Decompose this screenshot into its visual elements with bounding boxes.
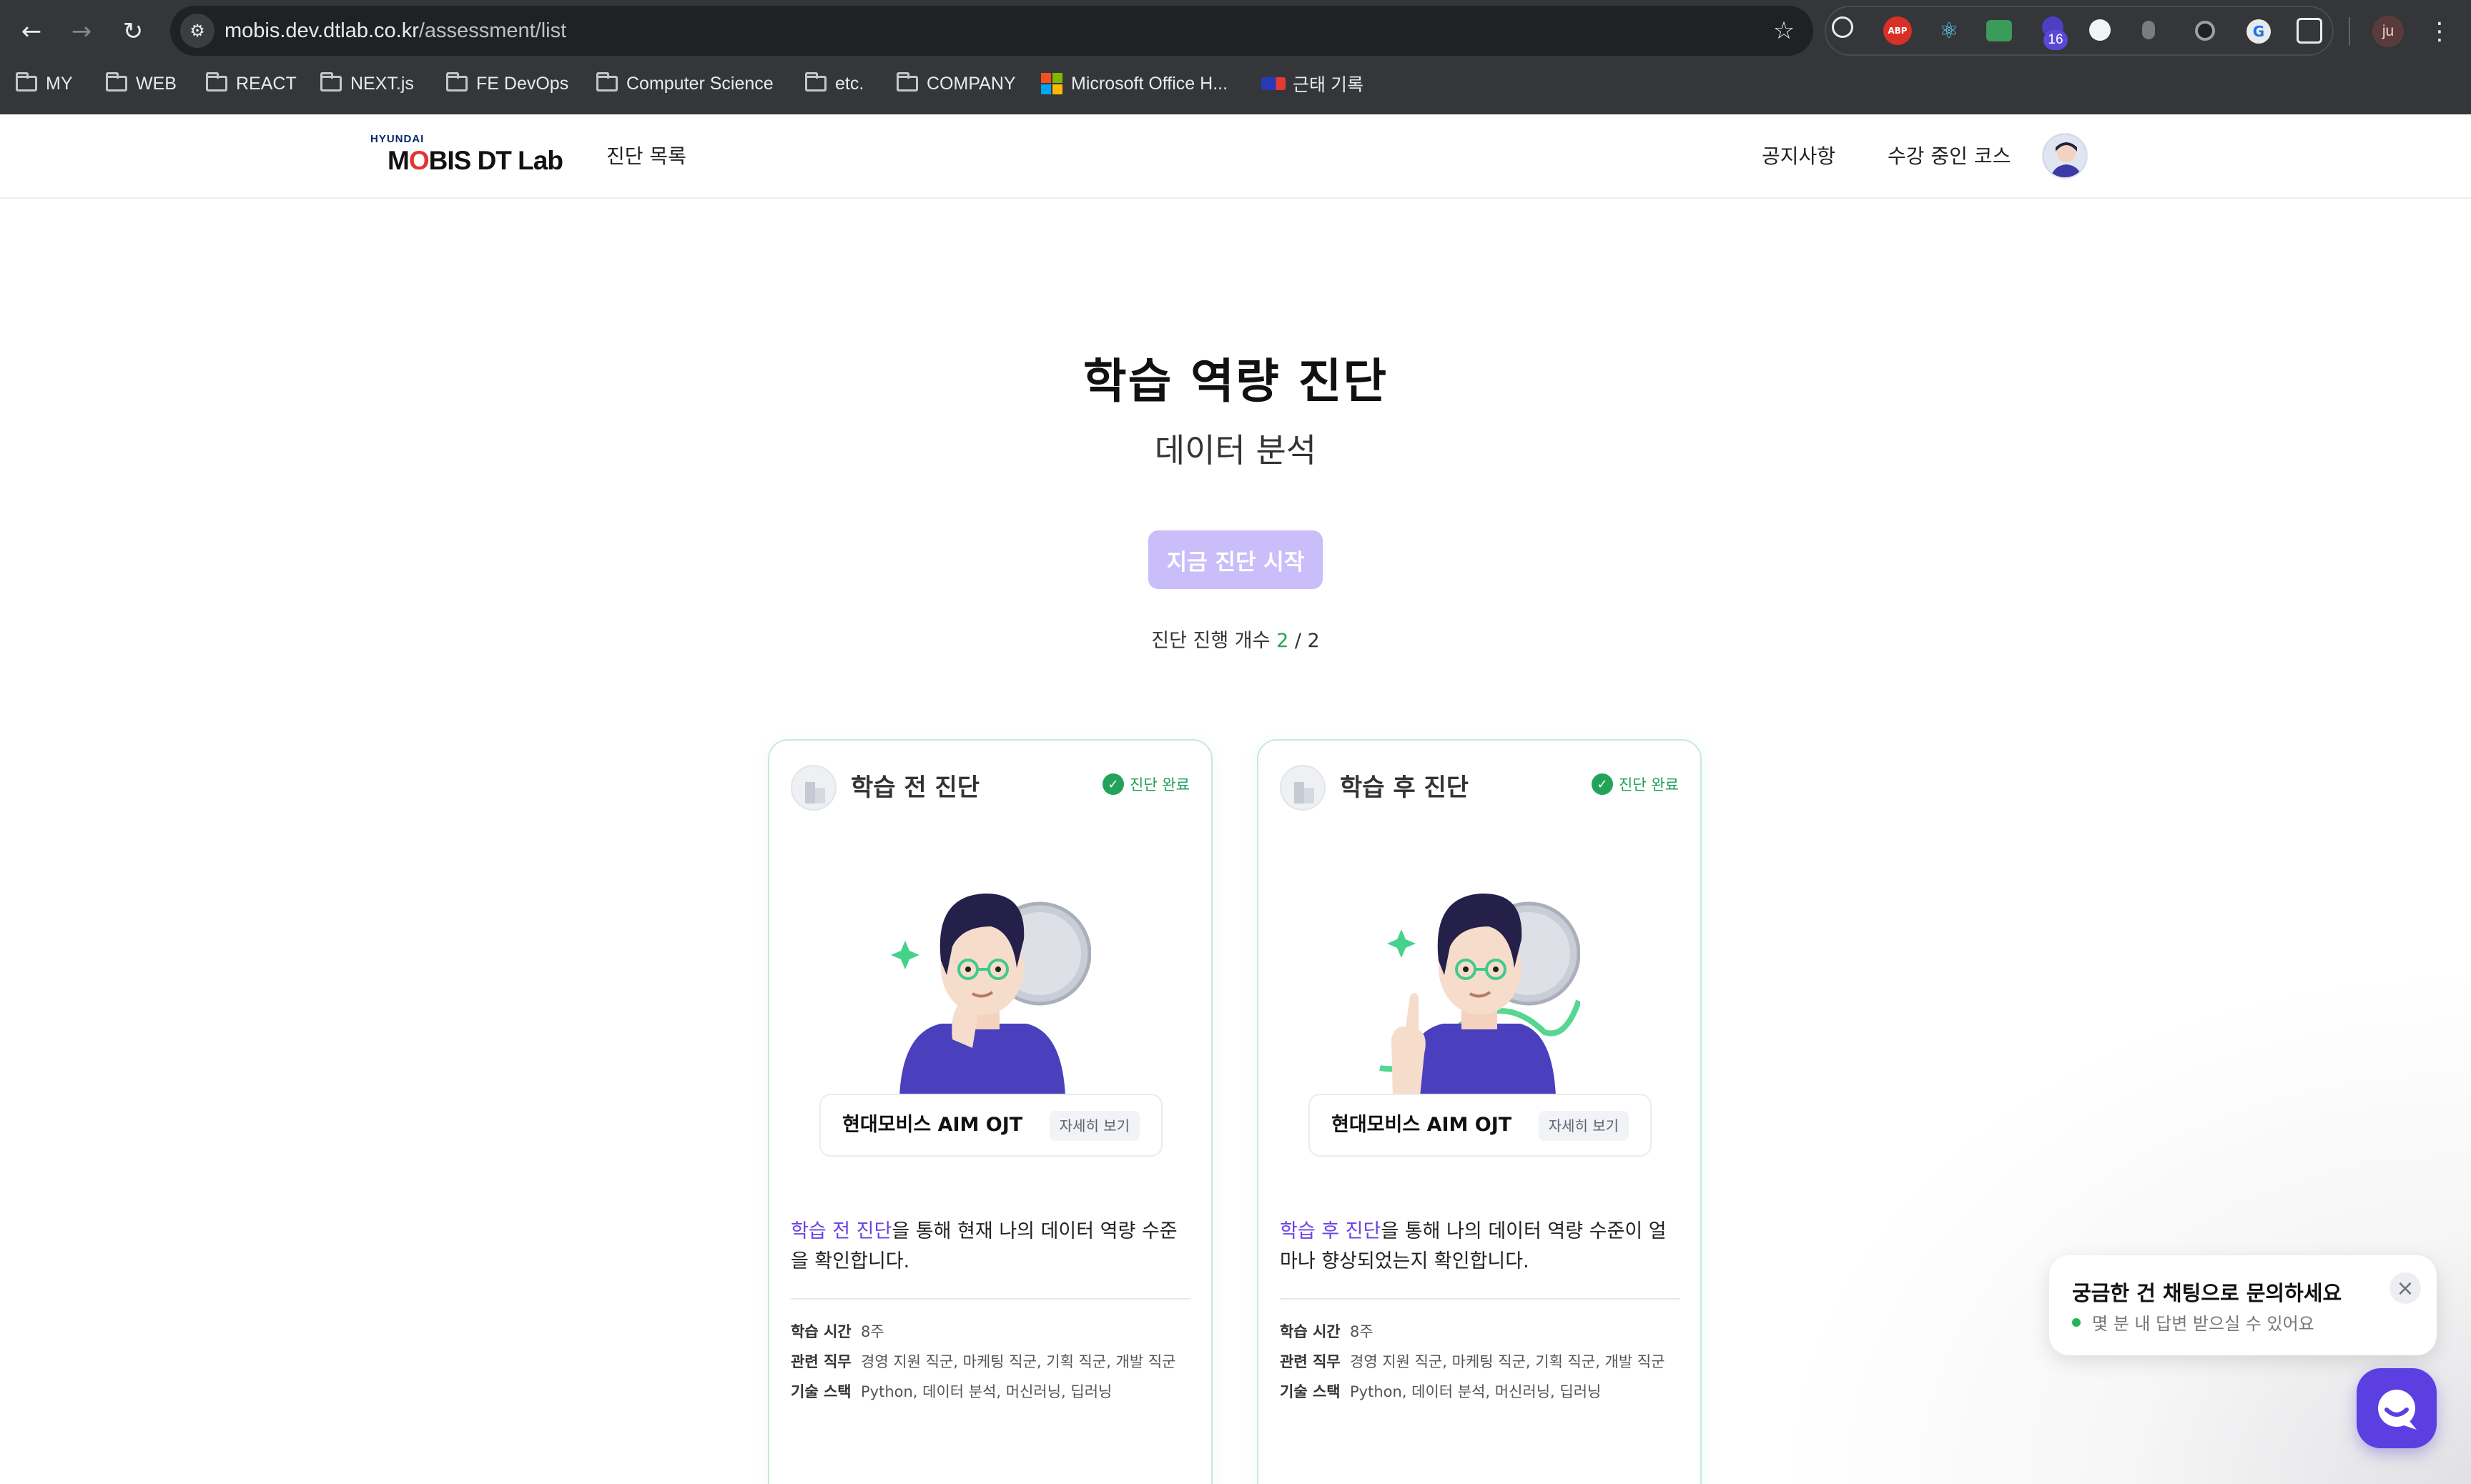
pointing-person-illustration bbox=[1379, 893, 1580, 1097]
profile-avatar[interactable]: ju bbox=[2372, 16, 2404, 47]
extension-badge-count: 16 bbox=[2043, 30, 2068, 50]
assessment-card-post[interactable]: 학습 후 진단 ✓ 진단 완료 현대모비스 AIM OJT 자세히 보기 학습 … bbox=[1257, 739, 1702, 1484]
bookmark-microsoft-office[interactable]: Microsoft Office H... bbox=[1041, 67, 1228, 100]
folder-icon bbox=[16, 72, 37, 91]
microsoft-logo-icon bbox=[1041, 73, 1062, 94]
course-info-box: 현대모비스 AIM OJT 자세히 보기 bbox=[819, 1094, 1163, 1157]
extension-dark-icon[interactable] bbox=[2195, 21, 2215, 41]
reload-icon[interactable]: ↻ bbox=[114, 13, 152, 50]
extension-circle-icon[interactable] bbox=[2089, 19, 2111, 41]
status-badge: ✓ 진단 완료 bbox=[1592, 773, 1679, 795]
timer-icon[interactable] bbox=[1832, 16, 1853, 38]
card-description: 학습 후 진단을 통해 나의 데이터 역량 수준이 얼마나 향상되었는지 확인합… bbox=[1280, 1220, 1667, 1272]
card-description: 학습 전 진단을 통해 현재 나의 데이터 역량 수준을 확인합니다. bbox=[791, 1220, 1178, 1272]
bookmark-folder-fe-devops[interactable]: FE DevOps bbox=[446, 67, 568, 100]
toolbar-divider bbox=[2349, 17, 2350, 46]
address-bar[interactable]: ⚙ mobis.dev.dtlab.co.kr/assessment/list … bbox=[170, 6, 1813, 56]
menu-kebab-icon[interactable]: ⋮ bbox=[2425, 13, 2454, 50]
site-info-icon[interactable]: ⚙ bbox=[180, 14, 214, 48]
bookmark-folder-computer-science[interactable]: Computer Science bbox=[596, 67, 774, 100]
folder-icon bbox=[897, 72, 918, 91]
bookmark-folder-react[interactable]: REACT bbox=[206, 67, 297, 100]
building-icon bbox=[1280, 765, 1326, 811]
browser-chrome: ← → ↻ ⚙ mobis.dev.dtlab.co.kr/assessment… bbox=[0, 0, 2471, 114]
puzzle-icon[interactable] bbox=[2297, 18, 2322, 44]
check-circle-icon: ✓ bbox=[1592, 773, 1614, 795]
attendance-icon bbox=[1261, 77, 1286, 90]
bookmark-folder-my[interactable]: MY bbox=[16, 67, 73, 100]
folder-icon bbox=[320, 72, 342, 91]
meta-tech-stack: 기술 스택 Python, 데이터 분석, 머신러닝, 딥러닝 bbox=[1280, 1383, 1602, 1400]
building-icon bbox=[791, 765, 837, 811]
extension-gray-icon[interactable] bbox=[2142, 21, 2155, 39]
nav-notice[interactable]: 공지사항 bbox=[1762, 114, 1835, 199]
bookmark-attendance[interactable]: 근태 기록 bbox=[1261, 67, 1363, 100]
back-icon[interactable]: ← bbox=[13, 13, 50, 50]
status-badge: ✓ 진단 완료 bbox=[1103, 773, 1190, 795]
extension-g-icon[interactable]: G bbox=[2246, 19, 2271, 44]
online-dot-icon bbox=[2072, 1317, 2081, 1327]
bookmark-folder-etc[interactable]: etc. bbox=[805, 67, 864, 100]
nav-my-courses[interactable]: 수강 중인 코스 bbox=[1888, 114, 2011, 199]
assessment-progress: 진단 진행 개수 2 / 2 bbox=[1151, 630, 1320, 652]
chat-popup[interactable]: 궁금한 건 채팅으로 문의하세요 몇 분 내 답변 받으실 수 있어요 × bbox=[2049, 1255, 2437, 1355]
chat-subtitle: 몇 분 내 답변 받으실 수 있어요 bbox=[2072, 1310, 2314, 1335]
course-info-box: 현대모비스 AIM OJT 자세히 보기 bbox=[1308, 1094, 1652, 1157]
url-text[interactable]: mobis.dev.dtlab.co.kr/assessment/list bbox=[225, 6, 566, 56]
close-icon[interactable]: × bbox=[2389, 1272, 2421, 1304]
mail-icon[interactable] bbox=[1986, 20, 2012, 41]
mobis-dt-lab-logo[interactable]: HYUNDAI MOBIS DT Lab bbox=[370, 133, 571, 183]
site-header: HYUNDAI MOBIS DT Lab 진단 목록 공지사항 수강 중인 코스 bbox=[0, 114, 2471, 199]
thinking-person-illustration bbox=[891, 893, 1091, 1097]
folder-icon bbox=[106, 72, 127, 91]
meta-related-jobs: 관련 직무 경영 지원 직군, 마케팅 직군, 기획 직군, 개발 직군 bbox=[791, 1353, 1176, 1370]
assessment-card-pre[interactable]: 학습 전 진단 ✓ 진단 완료 현대모비스 AIM OJT 자세히 보기 학습 … bbox=[768, 739, 1213, 1484]
folder-icon bbox=[446, 72, 468, 91]
course-name: 현대모비스 AIM OJT bbox=[842, 1114, 1023, 1136]
divider bbox=[791, 1298, 1191, 1300]
meta-tech-stack: 기술 스택 Python, 데이터 분석, 머신러닝, 딥러닝 bbox=[791, 1383, 1113, 1400]
meta-study-time: 학습 시간 8주 bbox=[1280, 1323, 1373, 1340]
react-devtools-icon[interactable]: ⚛ bbox=[1935, 16, 1963, 45]
forward-icon[interactable]: → bbox=[63, 13, 100, 50]
meta-study-time: 학습 시간 8주 bbox=[791, 1323, 884, 1340]
meta-related-jobs: 관련 직무 경영 지원 직군, 마케팅 직군, 기획 직군, 개발 직군 bbox=[1280, 1353, 1665, 1370]
folder-icon bbox=[805, 72, 827, 91]
bookmark-folder-nextjs[interactable]: NEXT.js bbox=[320, 67, 414, 100]
page-title: 학습 역량 진단 bbox=[1082, 354, 1389, 409]
view-details-button[interactable]: 자세히 보기 bbox=[1049, 1111, 1140, 1141]
bookmark-star-icon[interactable]: ☆ bbox=[1766, 13, 1802, 49]
bookmark-folder-company[interactable]: COMPANY bbox=[897, 67, 1016, 100]
chat-title: 궁금한 건 채팅으로 문의하세요 bbox=[2072, 1281, 2342, 1305]
card-title: 학습 후 진단 bbox=[1340, 773, 1469, 802]
folder-icon bbox=[206, 72, 227, 91]
browser-toolbar: ← → ↻ ⚙ mobis.dev.dtlab.co.kr/assessment… bbox=[0, 0, 2471, 63]
check-circle-icon: ✓ bbox=[1103, 773, 1125, 795]
view-details-button[interactable]: 자세히 보기 bbox=[1538, 1111, 1629, 1141]
chat-bubble-icon bbox=[2378, 1390, 2417, 1430]
course-name: 현대모비스 AIM OJT bbox=[1331, 1114, 1512, 1136]
folder-icon bbox=[596, 72, 618, 91]
card-title: 학습 전 진단 bbox=[851, 773, 980, 802]
chat-launcher-button[interactable] bbox=[2357, 1368, 2437, 1448]
bookmarks-bar: MY WEB REACT NEXT.js FE DevOps Computer … bbox=[0, 67, 2471, 100]
user-avatar[interactable] bbox=[2042, 133, 2088, 179]
adblock-icon[interactable]: ABP bbox=[1883, 16, 1912, 45]
start-assessment-button[interactable]: 지금 진단 시작 bbox=[1148, 530, 1323, 589]
divider bbox=[1280, 1298, 1680, 1300]
bookmark-folder-web[interactable]: WEB bbox=[106, 67, 177, 100]
nav-assessment-list[interactable]: 진단 목록 bbox=[606, 114, 686, 199]
page-subtitle: 데이터 분석 bbox=[1154, 431, 1317, 470]
user-avatar-image bbox=[2043, 134, 2086, 177]
